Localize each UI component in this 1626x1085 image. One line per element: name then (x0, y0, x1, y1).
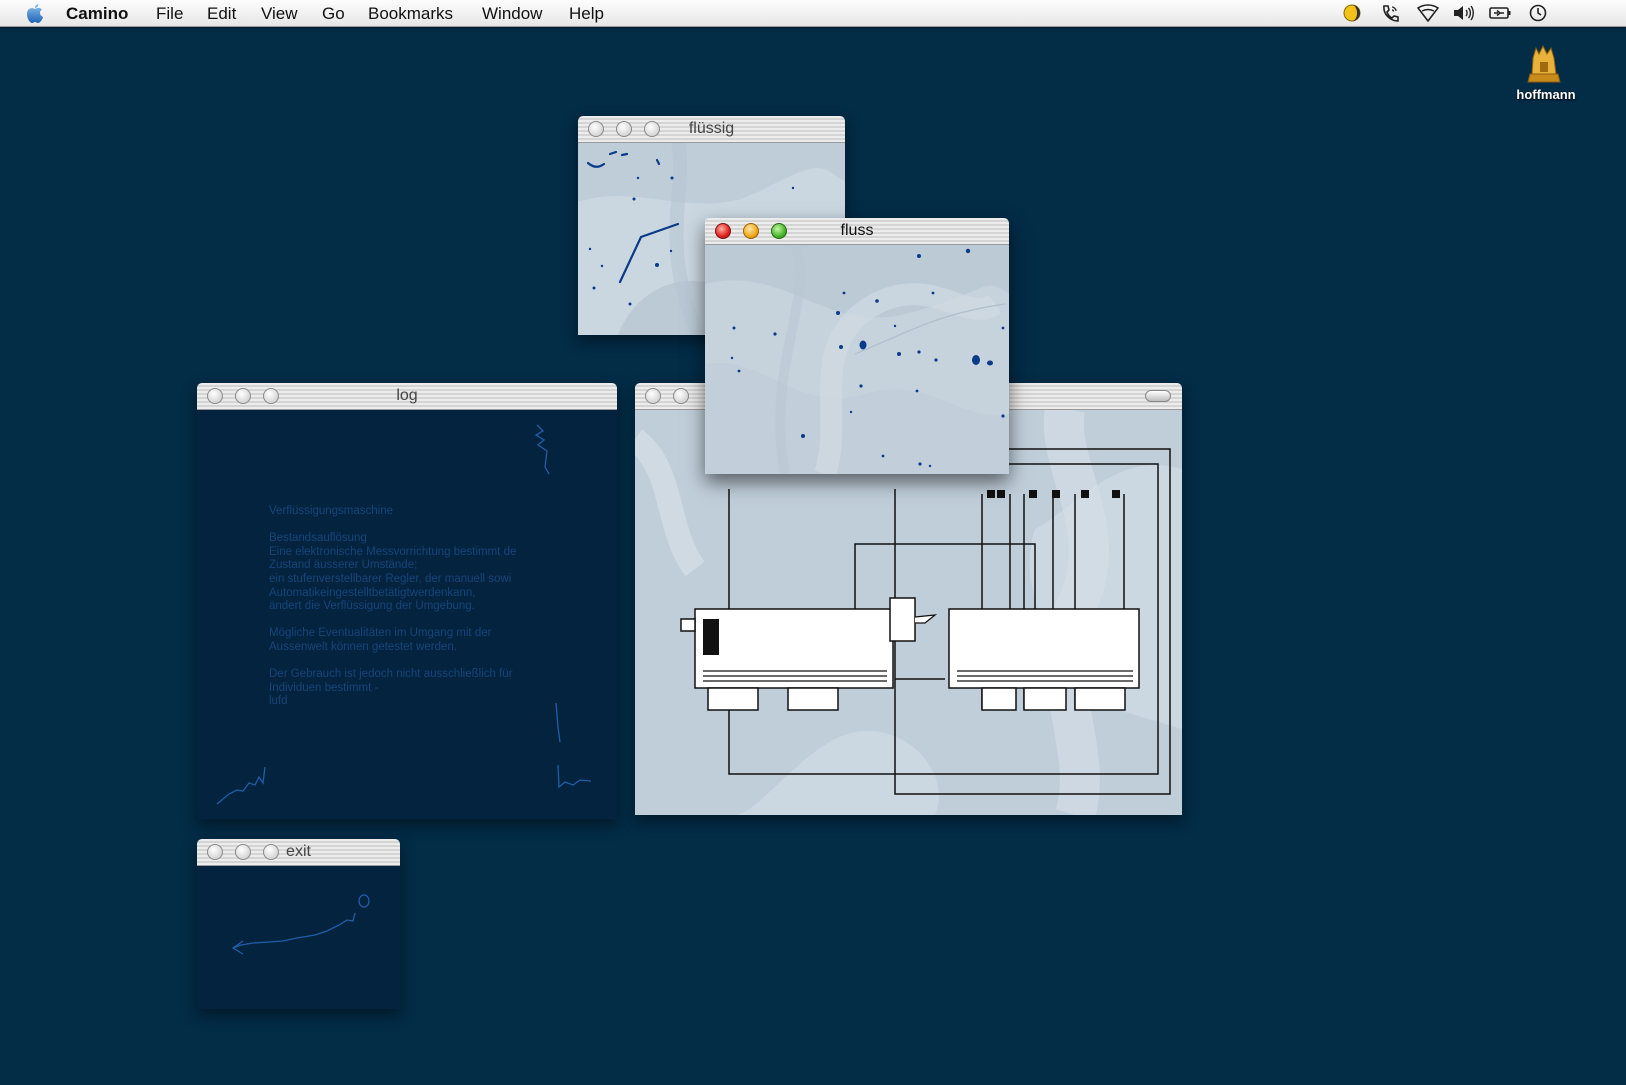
drive-icon[interactable] (1526, 44, 1562, 84)
exit-pane (197, 865, 400, 1009)
window-log: Verflüssigungsmaschine Bestandsauflösung… (197, 383, 617, 819)
drive-label: hoffmann (1516, 87, 1576, 102)
menu-file[interactable]: File (156, 4, 183, 24)
fluss-titlebar[interactable]: fluss (705, 218, 1009, 245)
volume-icon[interactable] (1452, 4, 1474, 22)
exit-scribble (231, 894, 370, 955)
close-button[interactable] (645, 388, 661, 404)
log-text: Verflüssigungsmaschine Bestandsauflösung… (269, 505, 517, 708)
menu-window[interactable]: Window (482, 4, 542, 24)
window-exit: exit (197, 839, 400, 1009)
log-pane: Verflüssigungsmaschine Bestandsauflösung… (197, 409, 617, 819)
menu-app-name[interactable]: Camino (66, 4, 128, 24)
window-fluss: fluss (705, 218, 1009, 474)
apple-menu-icon[interactable] (26, 3, 44, 24)
exit-titlebar[interactable]: exit (197, 839, 400, 866)
window-title: log (396, 387, 418, 404)
minimize-button[interactable] (673, 388, 689, 404)
log-titlebar[interactable]: log (197, 383, 617, 410)
phone-icon[interactable] (1380, 4, 1400, 22)
toolbar-toggle-button[interactable] (1145, 390, 1171, 402)
menu-help[interactable]: Help (569, 4, 604, 24)
menu-bar: Camino File Edit View Go Bookmarks Windo… (0, 0, 1626, 27)
menu-view[interactable]: View (261, 4, 298, 24)
menu-go[interactable]: Go (322, 4, 345, 24)
window-title: fluss (840, 222, 874, 239)
menu-bookmarks[interactable]: Bookmarks (368, 4, 453, 24)
moon-clock-icon[interactable] (1342, 4, 1362, 22)
battery-icon[interactable] (1488, 4, 1512, 22)
window-title: flüssig (688, 120, 735, 137)
airport-wifi-icon[interactable] (1416, 4, 1440, 22)
fluss-drawing (705, 244, 1009, 474)
clock-icon[interactable] (1528, 4, 1548, 22)
menu-edit[interactable]: Edit (207, 4, 236, 24)
fluss-canvas (705, 244, 1009, 474)
window-title: exit (286, 843, 311, 860)
fluessig-titlebar[interactable]: flüssig (578, 116, 845, 143)
